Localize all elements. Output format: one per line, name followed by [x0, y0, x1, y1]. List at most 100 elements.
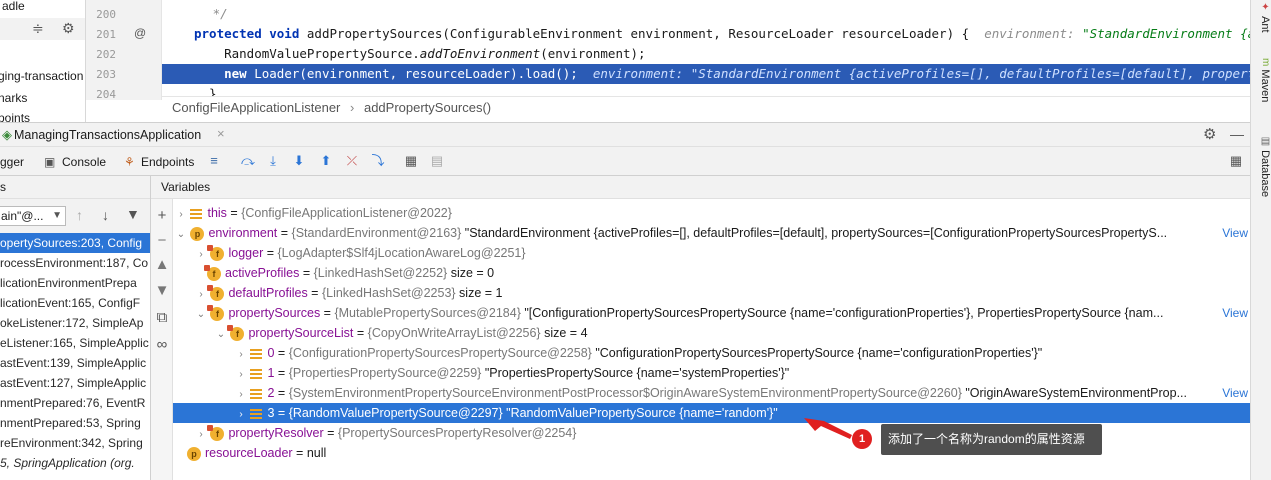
project-row[interactable]: ging-transaction: [0, 66, 83, 86]
field-icon: f: [227, 324, 245, 341]
step-into-icon[interactable]: ⬇: [291, 152, 307, 170]
expand-icon[interactable]: ›: [195, 245, 207, 265]
run-to-cursor-icon[interactable]: ⤵: [370, 152, 386, 170]
glasses-icon[interactable]: ∞: [154, 337, 170, 353]
collapse-icon[interactable]: ⌄: [175, 225, 187, 245]
variable-row[interactable]: ⌄ f propertySources = {MutablePropertySou…: [173, 303, 1250, 323]
variable-row[interactable]: ⌄ p environment = {StandardEnvironment@21…: [173, 223, 1250, 243]
collapse-icon[interactable]: ⌄: [195, 305, 207, 325]
collapse-icon[interactable]: ⌄: [215, 325, 227, 345]
element-icon: [250, 348, 263, 359]
expand-icon[interactable]: ›: [235, 405, 247, 425]
code-editor[interactable]: */ protected void addPropertySources(Con…: [162, 0, 1250, 100]
frame-item[interactable]: nmentPrepared:53, Spring: [0, 413, 150, 433]
app-run-icon: ◈: [2, 127, 12, 142]
frame-item[interactable]: eListener:165, SimpleApplic: [0, 333, 150, 353]
move-up-icon[interactable]: ▲: [154, 257, 170, 273]
collapse-icon[interactable]: ≑: [32, 18, 44, 38]
variable-row[interactable]: f activeProfiles = {LinkedHashSet@2252} s…: [173, 263, 1250, 283]
tab-maven[interactable]: m Maven: [1253, 58, 1271, 102]
trace-icon[interactable]: ▤: [429, 152, 445, 170]
frame-item[interactable]: nmentPrepared:76, EventR: [0, 393, 150, 413]
variable-row[interactable]: › f defaultProfiles = {LinkedHashSet@2253…: [173, 283, 1250, 303]
frame-item[interactable]: astEvent:139, SimpleApplic: [0, 353, 150, 373]
expand-icon[interactable]: ›: [175, 205, 187, 225]
filter-icon[interactable]: ▼: [126, 206, 140, 222]
view-link[interactable]: View: [1218, 303, 1248, 323]
override-marker-icon[interactable]: @: [134, 26, 146, 40]
parameter-icon: p: [187, 446, 201, 461]
frame-item[interactable]: astEvent:127, SimpleApplic: [0, 373, 150, 393]
variable-row[interactable]: ⌄ f propertySourceList = {CopyOnWriteArra…: [173, 323, 1250, 343]
variable-eq: =: [274, 346, 289, 360]
frame-item[interactable]: 5, SpringApplication (org.: [0, 453, 150, 473]
show-execution-point-icon[interactable]: ⤼: [240, 152, 256, 170]
expand-icon[interactable]: ›: [235, 345, 247, 365]
view-link[interactable]: View: [1218, 383, 1248, 403]
evaluate-expression-icon[interactable]: ▦: [403, 152, 419, 170]
database-icon: ▤: [1260, 136, 1271, 147]
field-list-icon: [190, 208, 203, 219]
expand-icon[interactable]: ›: [235, 385, 247, 405]
annotation-callout: 添加了一个名称为random的属性资源: [881, 424, 1102, 455]
project-row[interactable]: adle: [2, 0, 25, 16]
breadcrumb-method[interactable]: addPropertySources(): [364, 100, 491, 115]
minimize-icon[interactable]: —: [1230, 126, 1244, 142]
code-line: */: [190, 4, 1250, 24]
project-toolbar: ≑ ⚙: [0, 18, 85, 40]
variables-side-toolbar: + − ▲ ▼ ⧉ ∞: [151, 199, 173, 480]
gear-icon[interactable]: ⚙: [62, 18, 75, 38]
variable-row[interactable]: › f logger = {LogAdapter$Slf4jLocationAwa…: [173, 243, 1250, 263]
frame-item[interactable]: rocessEnvironment:187, Co: [0, 253, 150, 273]
debug-toolbar: gger ▣ Console ⚘ Endpoints ≡ ⤼ ⤓ ⬇ ⬆ ⤫ ⤵…: [0, 147, 1250, 176]
layout-icon[interactable]: ▦: [1228, 152, 1244, 170]
frame-item[interactable]: reEnvironment:342, Spring: [0, 433, 150, 453]
add-watch-icon[interactable]: +: [154, 208, 170, 224]
project-row[interactable]: narks: [0, 88, 27, 108]
variable-eq: =: [274, 366, 289, 380]
tab-endpoints[interactable]: Endpoints: [141, 153, 194, 171]
run-tab-title[interactable]: ManagingTransactionsApplication: [14, 128, 201, 142]
code-keyword: new: [194, 66, 255, 81]
element-icon: [250, 408, 263, 419]
variable-row[interactable]: › 1 = {PropertiesPropertySource@2259} "P…: [173, 363, 1250, 383]
step-over-icon[interactable]: ⤓: [265, 152, 281, 170]
view-link[interactable]: View: [1218, 223, 1248, 243]
variable-row-selected[interactable]: › 3 = {RandomValuePropertySource@2297} "…: [173, 403, 1250, 423]
tab-ant[interactable]: ✦ Ant: [1253, 2, 1271, 33]
breadcrumb-class[interactable]: ConfigFileApplicationListener: [172, 100, 340, 115]
variable-row[interactable]: › 2 = {SystemEnvironmentPropertySourceEn…: [173, 383, 1250, 403]
frame-item[interactable]: okeListener:172, SimpleAp: [0, 313, 150, 333]
thread-select[interactable]: ain"@... ▼: [0, 206, 66, 226]
tab-console[interactable]: Console: [62, 153, 106, 171]
arrow-down-icon[interactable]: ↓: [102, 207, 109, 223]
arrow-up-icon[interactable]: ↑: [76, 207, 83, 223]
variable-name: resourceLoader: [205, 446, 293, 460]
frame-item[interactable]: licationEvent:165, ConfigF: [0, 293, 150, 313]
expand-icon[interactable]: ›: [195, 285, 207, 305]
variable-ref: {SystemEnvironmentPropertySourceEnvironm…: [288, 386, 962, 400]
element-icon: [250, 388, 263, 399]
variable-row[interactable]: › 0 = {ConfigurationPropertySourcesPrope…: [173, 343, 1250, 363]
drop-frame-icon[interactable]: ⤫: [344, 152, 360, 170]
expand-icon[interactable]: ›: [235, 365, 247, 385]
project-row[interactable]: points: [0, 108, 30, 122]
code-text: (environment);: [540, 46, 646, 61]
menu-icon[interactable]: ≡: [206, 152, 222, 170]
tab-debugger[interactable]: gger: [0, 153, 24, 171]
code-text: */: [190, 6, 228, 21]
lock-icon: [207, 244, 214, 251]
step-out-icon[interactable]: ⬆: [318, 152, 334, 170]
expand-icon[interactable]: ›: [195, 425, 207, 445]
variable-name: logger: [228, 246, 264, 260]
gear-icon[interactable]: ⚙: [1203, 125, 1216, 143]
close-icon[interactable]: ×: [217, 126, 225, 141]
copy-icon[interactable]: ⧉: [154, 310, 170, 326]
code-line-current: new Loader(environment, resourceLoader).…: [162, 64, 1250, 84]
move-down-icon[interactable]: ▼: [154, 283, 170, 299]
remove-watch-icon[interactable]: −: [154, 233, 170, 249]
frame-item[interactable]: licationEnvironmentPrepa: [0, 273, 150, 293]
variable-row[interactable]: › this = {ConfigFileApplicationListener@…: [173, 203, 1250, 223]
tab-database[interactable]: ▤ Database: [1253, 136, 1271, 197]
frame-item[interactable]: opertySources:203, Config: [0, 233, 150, 253]
